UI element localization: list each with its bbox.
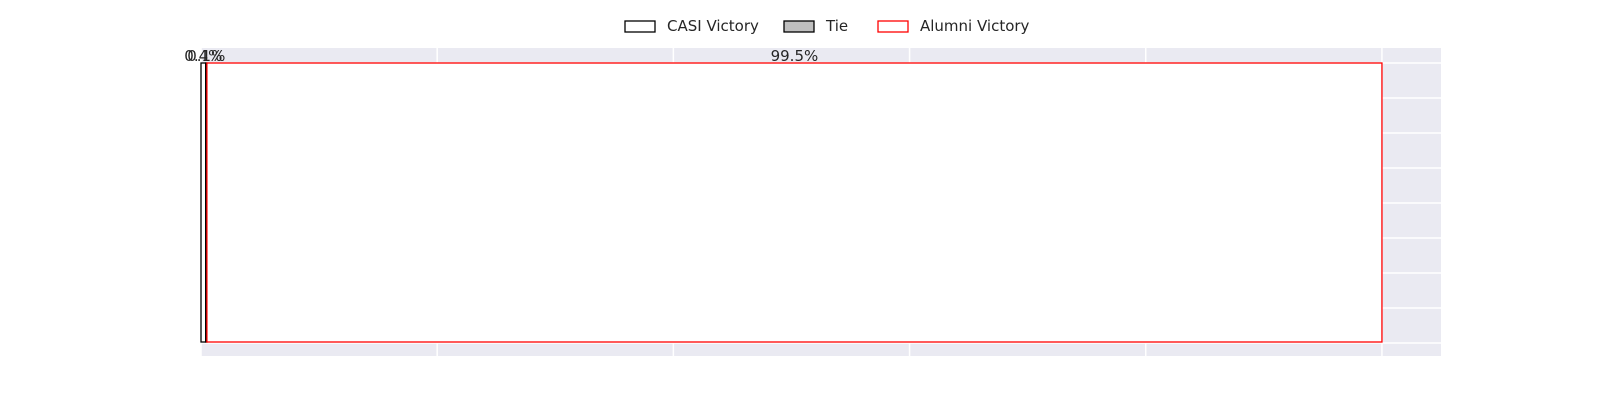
legend-swatch-casi-victory — [624, 20, 656, 33]
legend-label-casi-victory: CASI Victory — [667, 17, 759, 35]
legend-item-alumni-victory: Alumni Victory — [877, 17, 1030, 35]
legend: CASI Victory Tie Alumni Victory — [624, 17, 1030, 35]
legend-item-casi-victory: CASI Victory — [624, 17, 759, 35]
legend-label-alumni-victory: Alumni Victory — [920, 17, 1030, 35]
legend-swatch-alumni-victory — [877, 20, 909, 33]
bar-alumni-victory — [206, 62, 1383, 343]
bars — [200, 62, 1383, 343]
chart-root: 0.4% 0.1% 99.5% CASI Victory Tie Alumni Vict… — [0, 0, 1600, 400]
data-label-tie: 0.1% — [187, 47, 225, 65]
data-label-alumni-victory: 99.5% — [771, 47, 819, 65]
legend-item-tie: Tie — [783, 17, 848, 35]
legend-label-tie: Tie — [825, 17, 848, 35]
legend-swatch-tie — [783, 20, 815, 33]
bar-casi-victory — [200, 62, 207, 343]
stacked-bar-chart: 0.4%0.1% 99.5% CASI Victory Tie Alumni Vict… — [184, 17, 1441, 356]
